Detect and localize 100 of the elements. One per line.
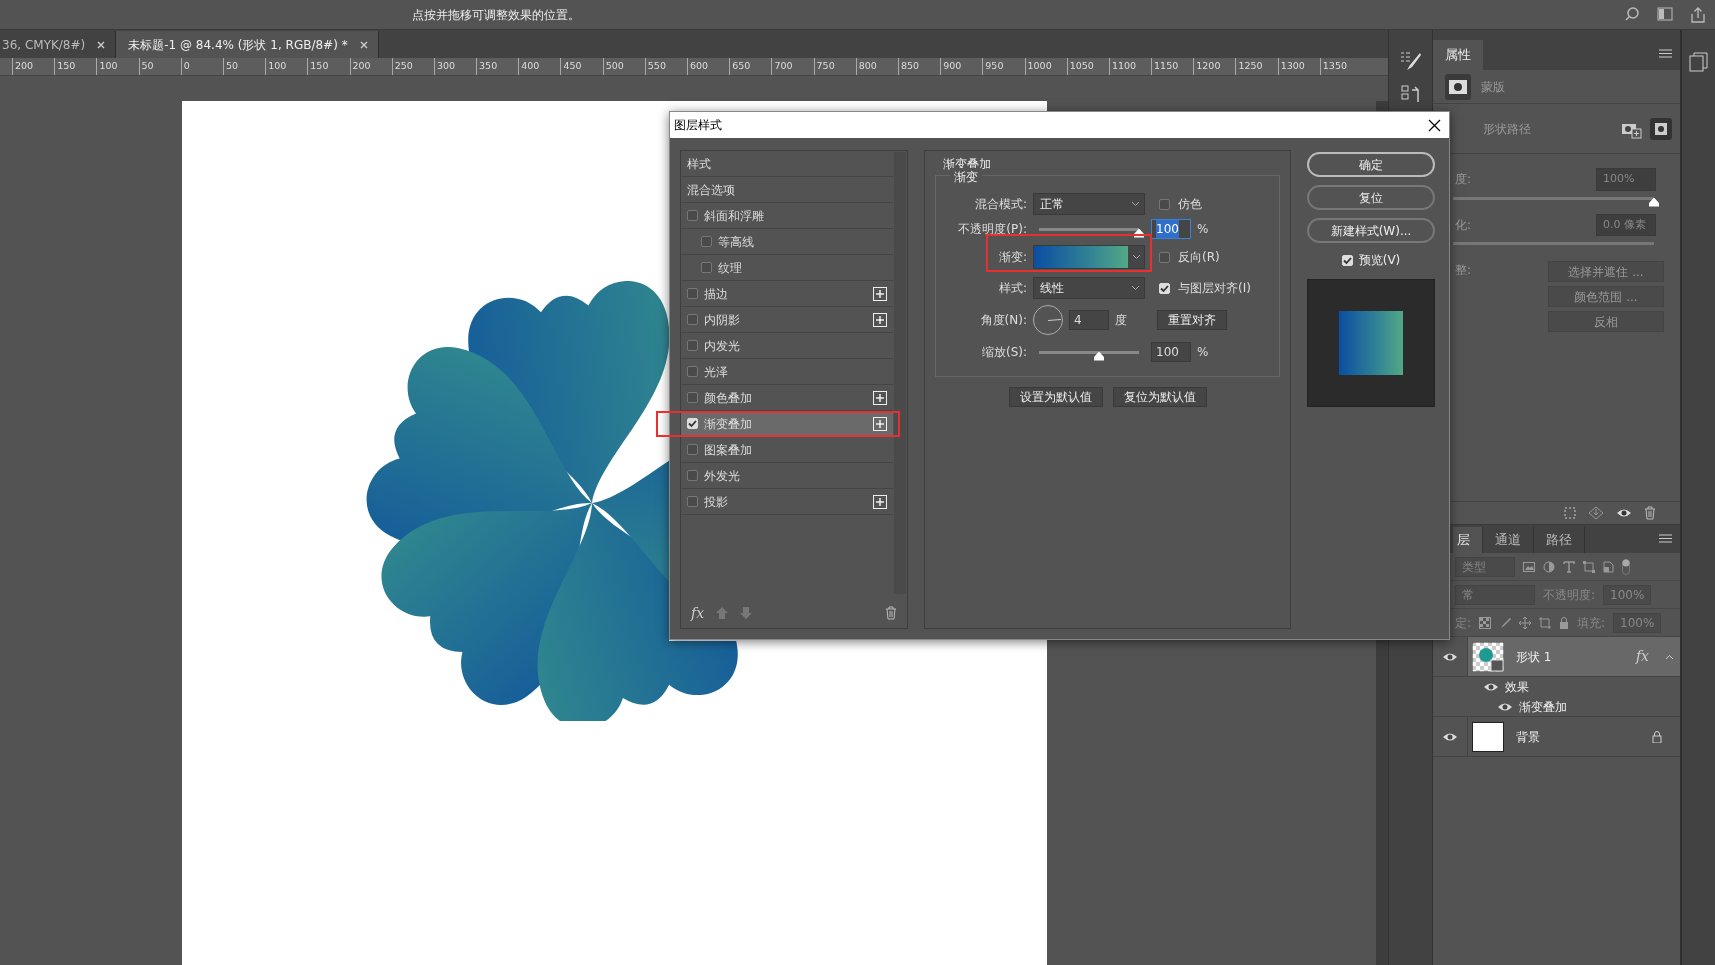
number-field[interactable]: 100 xyxy=(1151,219,1191,239)
ruler-label: 250 xyxy=(391,58,434,75)
workspace-icon[interactable] xyxy=(1657,6,1673,21)
style-option[interactable]: 混合选项 xyxy=(681,177,893,203)
style-option[interactable]: 样式 xyxy=(681,151,893,177)
gradient-picker[interactable] xyxy=(1033,245,1145,269)
share-icon[interactable] xyxy=(1691,6,1705,23)
mask-icon[interactable] xyxy=(1445,73,1471,100)
brush-icon[interactable] xyxy=(1399,50,1422,72)
style-option[interactable]: 等高线 xyxy=(681,229,893,255)
scrollbar[interactable] xyxy=(894,152,906,594)
checkbox[interactable] xyxy=(687,314,698,325)
checkbox[interactable] xyxy=(1159,251,1170,263)
ruler-label: 1350 xyxy=(1319,58,1362,75)
panel-button[interactable]: 选择并遮住 ... xyxy=(1548,261,1664,282)
panel-button[interactable]: 颜色范围 ... xyxy=(1548,286,1664,307)
checkbox[interactable] xyxy=(687,470,698,481)
menu-icon[interactable] xyxy=(1659,534,1672,543)
blend-mode-dropdown[interactable]: 正常 xyxy=(1033,193,1145,215)
collapse-caret-icon[interactable] xyxy=(1665,653,1674,660)
fx-button[interactable]: fx xyxy=(691,602,705,624)
add-icon[interactable] xyxy=(873,390,887,405)
style-option[interactable]: 描边 xyxy=(681,281,893,307)
load-selection-icon[interactable] xyxy=(1588,506,1604,520)
dialog-button[interactable]: 新建样式(W)... xyxy=(1307,218,1435,243)
lock-artboard-icon[interactable] xyxy=(1539,616,1552,629)
slider-thumb[interactable] xyxy=(1649,197,1659,207)
add-icon[interactable] xyxy=(873,494,887,509)
checkbox[interactable] xyxy=(687,496,698,507)
trash-icon[interactable] xyxy=(885,606,897,620)
default-button[interactable]: 复位为默认值 xyxy=(1112,387,1207,407)
style-option[interactable]: 内发光 xyxy=(681,333,893,359)
default-button[interactable]: 设置为默认值 xyxy=(1008,387,1103,407)
number-field[interactable]: 100 xyxy=(1151,342,1191,362)
type-filter-icon[interactable] xyxy=(1563,560,1575,573)
panel-tab[interactable]: 路径 xyxy=(1534,527,1585,553)
eye-icon[interactable] xyxy=(1442,731,1458,742)
lock-transparent-icon[interactable] xyxy=(1479,616,1492,629)
ruler-label: 1150 xyxy=(1151,58,1194,75)
checkbox[interactable] xyxy=(687,392,698,403)
ruler-label: 500 xyxy=(602,58,645,75)
eye-icon[interactable] xyxy=(1483,682,1499,692)
ruler-label: 650 xyxy=(729,58,772,75)
checkbox[interactable] xyxy=(687,444,698,455)
eye-icon[interactable] xyxy=(1616,508,1632,518)
checkbox[interactable] xyxy=(687,288,698,299)
checkbox[interactable] xyxy=(687,340,698,351)
slider-thumb[interactable] xyxy=(1094,351,1104,361)
style-option[interactable]: 颜色叠加 xyxy=(681,385,893,411)
style-option[interactable]: 光泽 xyxy=(681,359,893,385)
search-icon[interactable] xyxy=(1625,6,1639,21)
style-option[interactable]: 外发光 xyxy=(681,463,893,489)
lock-move-icon[interactable] xyxy=(1519,616,1532,629)
style-option[interactable]: 内阴影 xyxy=(681,307,893,333)
style-option[interactable]: 斜面和浮雕 xyxy=(681,203,893,229)
checkbox[interactable] xyxy=(687,366,698,377)
checkbox[interactable] xyxy=(701,236,712,247)
image-filter-icon[interactable] xyxy=(1523,561,1535,572)
angle-field[interactable]: 4 xyxy=(1069,310,1109,330)
property-value: 100% xyxy=(1596,168,1656,191)
panel-tab[interactable]: 属性 xyxy=(1433,40,1483,70)
ruler-label: 1000 xyxy=(1024,58,1067,75)
panel-button[interactable]: 反相 xyxy=(1548,311,1664,332)
filter-toggle-icon[interactable] xyxy=(1622,558,1630,575)
layer-name: 形状 1 xyxy=(1516,648,1552,666)
dialog-title: 图层样式 xyxy=(674,117,722,134)
dialog-button[interactable]: 确定 xyxy=(1307,152,1435,177)
style-option[interactable]: 纹理 xyxy=(681,255,893,281)
eye-icon[interactable] xyxy=(1497,701,1513,712)
panel-tab[interactable]: 通道 xyxy=(1483,527,1534,553)
layer-row[interactable]: 背景 xyxy=(1467,717,1680,756)
shape-filter-icon[interactable] xyxy=(1583,560,1595,573)
slider-thumb[interactable] xyxy=(1134,228,1144,238)
layer-row[interactable]: 形状 1 fx xyxy=(1467,637,1680,676)
style-option[interactable]: 图案叠加 xyxy=(681,437,893,463)
dialog-button[interactable]: 复位 xyxy=(1307,185,1435,210)
selection-icon[interactable] xyxy=(1564,507,1576,519)
adjustment-filter-icon[interactable] xyxy=(1543,560,1555,573)
add-icon[interactable] xyxy=(873,312,887,327)
close-icon[interactable] xyxy=(1428,118,1441,132)
checkbox[interactable] xyxy=(1159,198,1170,210)
reset-alignment-button[interactable]: 重置对齐 xyxy=(1157,310,1227,330)
checkbox[interactable] xyxy=(687,210,698,221)
libraries-icon[interactable] xyxy=(1688,52,1709,72)
effect-name: 渐变叠加 xyxy=(1519,698,1567,716)
menu-icon[interactable] xyxy=(1659,49,1672,58)
style-dropdown[interactable]: 线性 xyxy=(1033,277,1145,299)
add-icon[interactable] xyxy=(873,286,887,301)
style-option[interactable]: 投影 xyxy=(681,489,893,515)
panel-label: 蒙版 xyxy=(1481,78,1505,96)
trash-icon[interactable] xyxy=(1644,506,1656,520)
document-tab[interactable]: 未标题-1 @ 84.4% (形状 1, RGB/8#) * xyxy=(116,31,379,58)
checkbox[interactable] xyxy=(701,262,712,273)
smart-object-filter-icon[interactable] xyxy=(1603,560,1614,573)
panel-tab[interactable]: 层 xyxy=(1453,527,1483,553)
vector-mask-icon[interactable] xyxy=(1650,117,1672,140)
add-icon[interactable] xyxy=(873,416,887,431)
lock-brush-icon[interactable] xyxy=(1499,616,1512,629)
eye-icon[interactable] xyxy=(1442,651,1458,662)
lock-all-icon[interactable] xyxy=(1559,616,1570,629)
